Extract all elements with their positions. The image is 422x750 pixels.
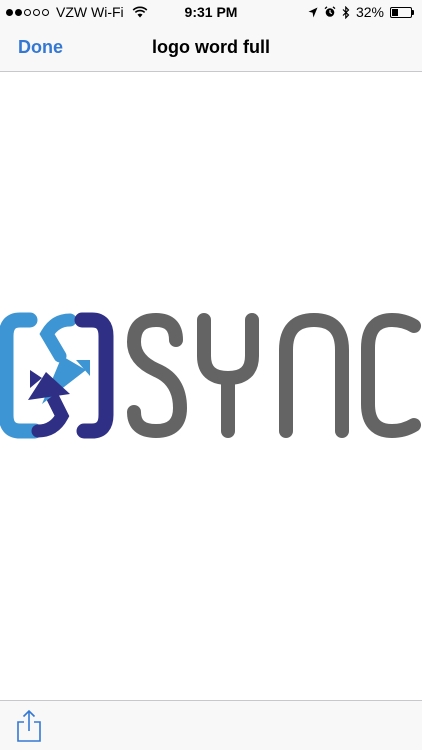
sync-wordmark [127, 313, 421, 438]
share-icon [17, 709, 41, 742]
letter-n [279, 313, 349, 438]
navigation-bar: Done logo word full [0, 24, 422, 72]
status-right: 32% [308, 4, 414, 20]
battery-icon [390, 6, 414, 18]
alarm-icon [324, 6, 336, 17]
page-title: logo word full [152, 37, 270, 57]
sync-logo-image [0, 312, 421, 439]
image-preview [0, 73, 422, 700]
status-bar: VZW Wi-Fi 9:31 PM 32% [0, 0, 422, 24]
battery-percent: 32% [355, 4, 384, 20]
letter-c [361, 313, 421, 438]
share-button[interactable] [14, 709, 44, 743]
letter-y [197, 313, 259, 438]
bluetooth-icon [342, 5, 350, 19]
bottom-toolbar [0, 700, 422, 750]
letter-s [127, 313, 187, 438]
location-arrow-icon [308, 7, 318, 17]
done-button[interactable]: Done [18, 37, 63, 58]
sync-arrows-icon [0, 312, 114, 439]
